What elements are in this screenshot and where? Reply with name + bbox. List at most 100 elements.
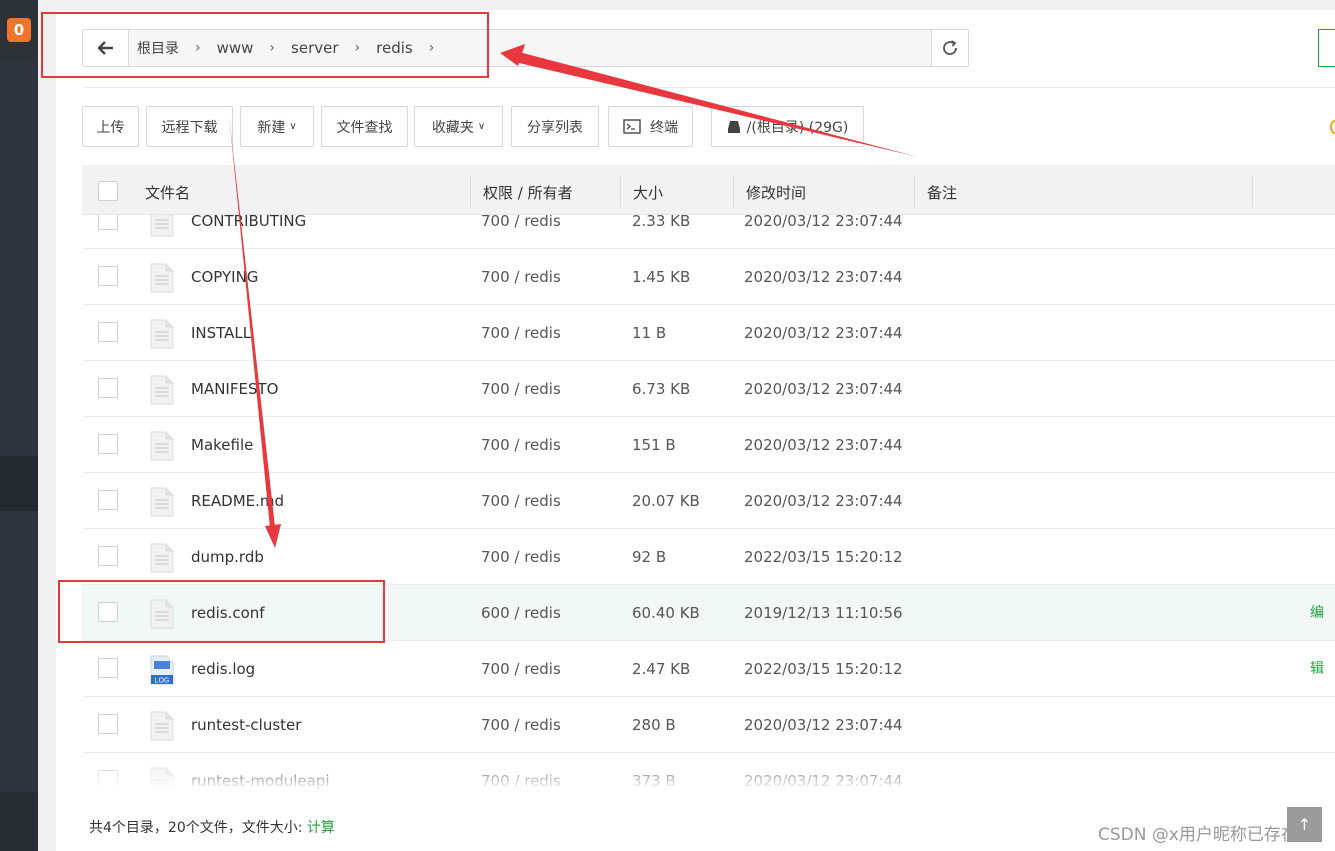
- scroll-to-top-button[interactable]: ↑: [1287, 807, 1322, 842]
- annotation-box-file: [58, 580, 385, 643]
- row-checkbox[interactable]: [98, 322, 118, 342]
- annotation-box-path: [41, 12, 489, 78]
- file-modified-time: 2020/03/12 23:07:44: [744, 268, 903, 286]
- row-checkbox[interactable]: [98, 378, 118, 398]
- new-dropdown-button[interactable]: 新建 ∨: [240, 106, 314, 147]
- row-checkbox[interactable]: [98, 490, 118, 510]
- file-modified-time: 2022/03/15 15:20:12: [744, 548, 903, 566]
- column-divider: [620, 175, 621, 207]
- file-permission: 700 / redis: [481, 324, 561, 342]
- column-header-note: 备注: [927, 184, 958, 202]
- disk-icon: [727, 120, 740, 133]
- document-icon: [150, 215, 174, 237]
- favorites-dropdown-button[interactable]: 收藏夹 ∨: [414, 106, 503, 147]
- select-all-checkbox[interactable]: [98, 181, 118, 201]
- column-header-name[interactable]: 文件名: [145, 165, 190, 215]
- file-permission: 700 / redis: [481, 436, 561, 454]
- table-row[interactable]: INSTALL 700 / redis 11 B 2020/03/12 23:07:4…: [82, 305, 1335, 361]
- table-row[interactable]: LOG redis.log 700 / redis 2.47 KB 2022/03/15…: [82, 641, 1335, 697]
- file-name[interactable]: COPYING: [191, 249, 258, 305]
- search-box-edge[interactable]: [1318, 29, 1335, 67]
- file-permission: 700 / redis: [481, 268, 561, 286]
- file-search-button[interactable]: 文件查找: [321, 106, 408, 147]
- favorites-label: 收藏夹: [431, 119, 474, 136]
- file-size: 2.47 KB: [632, 660, 691, 678]
- file-name[interactable]: Makefile: [191, 417, 253, 473]
- sidebar-item-active[interactable]: [0, 456, 38, 511]
- file-name[interactable]: redis.log: [191, 641, 255, 697]
- share-list-button[interactable]: 分享列表: [511, 106, 599, 147]
- file-size: 2.33 KB: [632, 215, 691, 230]
- file-permission: 600 / redis: [481, 604, 561, 622]
- file-permission: 700 / redis: [481, 380, 561, 398]
- file-permission: 700 / redis: [481, 660, 561, 678]
- file-modified-time: 2020/03/12 23:07:44: [744, 215, 903, 230]
- terminal-button[interactable]: 终端: [608, 106, 693, 147]
- chevron-down-icon: ∨: [289, 121, 297, 132]
- file-search-label: 文件查找: [336, 119, 393, 136]
- document-icon: [150, 263, 174, 293]
- table-row[interactable]: MANIFESTO 700 / redis 6.73 KB 2020/03/12 23…: [82, 361, 1335, 417]
- document-icon: [150, 487, 174, 517]
- column-header-modified[interactable]: 修改时间: [746, 165, 806, 215]
- file-name[interactable]: CONTRIBUTING: [191, 215, 306, 249]
- disk-button[interactable]: /(根目录) (29G): [711, 106, 864, 147]
- document-icon: [150, 711, 174, 741]
- status-indicator-icon: [1330, 120, 1335, 134]
- table-row[interactable]: README.md 700 / redis 20.07 KB 2020/03/12 2…: [82, 473, 1335, 529]
- calculate-size-link[interactable]: 计算: [307, 820, 335, 836]
- file-name[interactable]: README.md: [191, 473, 284, 529]
- file-permission: 700 / redis: [481, 548, 561, 566]
- table-row[interactable]: CONTRIBUTING 700 / redis 2.33 KB 2020/03/12…: [82, 215, 1335, 249]
- remote-download-label: 远程下载: [161, 119, 218, 136]
- file-permission: 700 / redis: [481, 492, 561, 510]
- column-header-size[interactable]: 大小: [633, 165, 663, 215]
- notification-badge[interactable]: 0: [7, 18, 31, 42]
- file-modified-time: 2019/12/13 11:10:56: [744, 604, 903, 622]
- file-size: 92 B: [632, 548, 667, 566]
- file-modified-time: 2022/03/15 15:20:12: [744, 660, 903, 678]
- log-file-icon: LOG: [150, 655, 174, 685]
- file-modified-time: 2020/03/12 23:07:44: [744, 436, 903, 454]
- chevron-down-icon: ∨: [477, 121, 486, 132]
- row-checkbox[interactable]: [98, 546, 118, 566]
- remote-download-button[interactable]: 远程下载: [146, 106, 233, 147]
- file-size: 6.73 KB: [632, 380, 691, 398]
- file-modified-time: 2020/03/12 23:07:44: [744, 492, 903, 510]
- column-header-permission[interactable]: 权限 / 所有者: [483, 165, 573, 215]
- file-name[interactable]: dump.rdb: [191, 529, 264, 585]
- refresh-button[interactable]: [931, 30, 968, 66]
- column-divider: [470, 175, 471, 207]
- footer-summary: 共4个目录，20个文件，文件大小: 计算: [89, 817, 335, 837]
- document-icon: [150, 319, 174, 349]
- terminal-label: 终端: [650, 119, 678, 136]
- table-row[interactable]: COPYING 700 / redis 1.45 KB 2020/03/12 23:0…: [82, 249, 1335, 305]
- watermark: CSDN @x用户昵称已存在: [1098, 825, 1298, 845]
- row-checkbox[interactable]: [98, 266, 118, 286]
- sidebar-bottom: [0, 792, 38, 851]
- column-divider: [1252, 175, 1253, 207]
- divider: [82, 87, 1335, 88]
- file-modified-time: 2020/03/12 23:07:44: [744, 380, 903, 398]
- table-row[interactable]: runtest-cluster 700 / redis 280 B 2020/03/1…: [82, 697, 1335, 753]
- file-name[interactable]: INSTALL: [191, 305, 251, 361]
- terminal-icon: [623, 119, 641, 134]
- row-checkbox[interactable]: [98, 215, 118, 230]
- table-row[interactable]: dump.rdb 700 / redis 92 B 2022/03/15 15:20:…: [82, 529, 1335, 585]
- file-name[interactable]: MANIFESTO: [191, 361, 278, 417]
- table-header: 文件名 权限 / 所有者 大小 修改时间 备注: [82, 165, 1335, 215]
- table-row[interactable]: Makefile 700 / redis 151 B 2020/03/12 23:07…: [82, 417, 1335, 473]
- file-list: CONTRIBUTING 700 / redis 2.33 KB 2020/03/12…: [82, 215, 1335, 790]
- file-name[interactable]: runtest-cluster: [191, 697, 301, 753]
- document-icon: [150, 431, 174, 461]
- file-size: 151 B: [632, 436, 676, 454]
- row-checkbox[interactable]: [98, 434, 118, 454]
- log-icon-text: LOG: [155, 678, 170, 685]
- footer-summary-text: 共4个目录，20个文件，文件大小:: [89, 820, 307, 836]
- refresh-icon: [943, 40, 957, 55]
- row-checkbox[interactable]: [98, 658, 118, 678]
- sidebar: 0: [0, 0, 38, 851]
- upload-label: 上传: [96, 119, 125, 136]
- upload-button[interactable]: 上传: [82, 106, 139, 147]
- row-checkbox[interactable]: [98, 714, 118, 734]
